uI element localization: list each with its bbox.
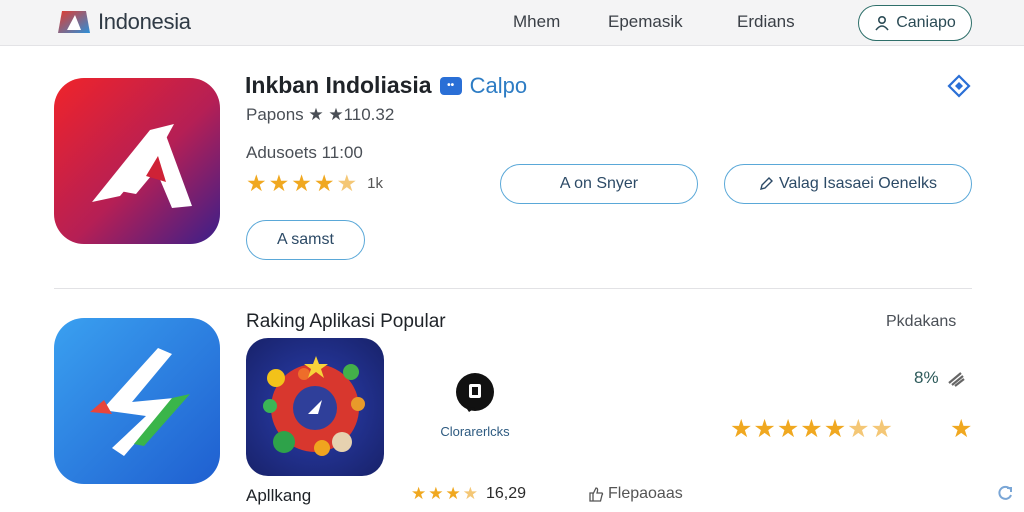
nav-item-2[interactable]: Epemasik [608,12,683,32]
second-app-icon[interactable] [54,318,220,484]
star-icon: ★ [753,415,776,443]
top-bar: Indonesia Mhem Epemasik Erdians Caniapo [0,0,1024,46]
secondary-button-label: A samst [277,231,334,248]
nav-item-1[interactable]: Mhem [513,12,560,32]
brand-logo-icon [58,11,90,33]
edit-icon [760,177,773,190]
half-star-icon: ★ [870,415,893,443]
bottom-rating-value: 16,29 [486,485,527,502]
refresh-icon[interactable] [996,484,1014,502]
rating-count: 1k [367,175,383,192]
half-star-icon: ★ [847,415,870,443]
app-title: Inkban Indoliasia [245,72,432,98]
star-icon: ★ [428,484,444,503]
signin-label: Caniapo [896,14,956,31]
developer-button[interactable]: Valag Isasaei Oenelks [724,164,972,204]
section-divider [54,288,972,289]
app-meta: Adusoets 11:00 [246,143,363,162]
share-icon[interactable] [946,73,972,99]
star-icon: ★ [776,415,800,443]
signin-button[interactable]: Caniapo [858,5,972,41]
star-icon: ★ [246,170,267,196]
thumbs-up-icon [589,487,604,502]
star-icon: ★ [800,415,823,443]
app-icon [54,78,220,244]
percent-indicator: 8% [914,368,965,388]
bottom-rating: ★ ★ ★ ★ 16,29 [411,484,526,504]
section-title: Raking Aplikasi Popular [246,311,446,332]
game-app-name[interactable]: Apllkang [246,486,311,506]
percent-value: 8% [914,368,939,387]
star-icon: ★ [445,484,461,503]
half-star-icon: ★ [462,484,478,503]
star-icon: ★ [823,415,847,443]
mini-app-label: Clorarerlcks [440,424,510,439]
bottom-link-label: Flepaoaas [608,485,683,502]
user-icon [875,15,889,31]
chat-bubble-icon [456,373,494,412]
game-app-icon[interactable] [246,338,384,476]
star-icon: ★ [950,415,973,443]
stack-icon [947,372,965,387]
install-button[interactable]: A on Snyer [500,164,698,204]
bottom-like-link[interactable]: Flepaoaas [588,485,683,503]
nav-item-3[interactable]: Erdians [737,12,795,32]
star-icon: ★ [291,170,312,196]
section-more-link[interactable]: Pkdakans [886,313,956,331]
rating-stars: ★ ★ ★ ★ ★ 1k [246,170,383,197]
install-button-label: A on Snyer [559,175,639,192]
star-icon: ★ [313,170,335,196]
mini-app[interactable]: Clorarerlcks [430,372,520,439]
ranking-stars: ★ ★ ★ ★ ★ ★ ★ [730,414,893,444]
app-title-row: Inkban Indoliasia •• Calpo [245,72,527,99]
brand-name: Indonesia [98,9,191,34]
half-star-icon: ★ [336,170,358,196]
star-icon: ★ [411,484,427,503]
developer-link[interactable]: Calpo [470,73,527,99]
verified-badge-icon: •• [439,76,462,95]
app-subtitle: Papons ★ ★110.32 [246,105,395,124]
brand[interactable]: Indonesia [56,6,191,38]
star-icon: ★ [730,415,753,443]
developer-button-label: Valag Isasaei Oenelks [778,175,937,192]
secondary-button[interactable]: A samst [246,220,365,260]
star-icon: ★ [268,170,290,196]
